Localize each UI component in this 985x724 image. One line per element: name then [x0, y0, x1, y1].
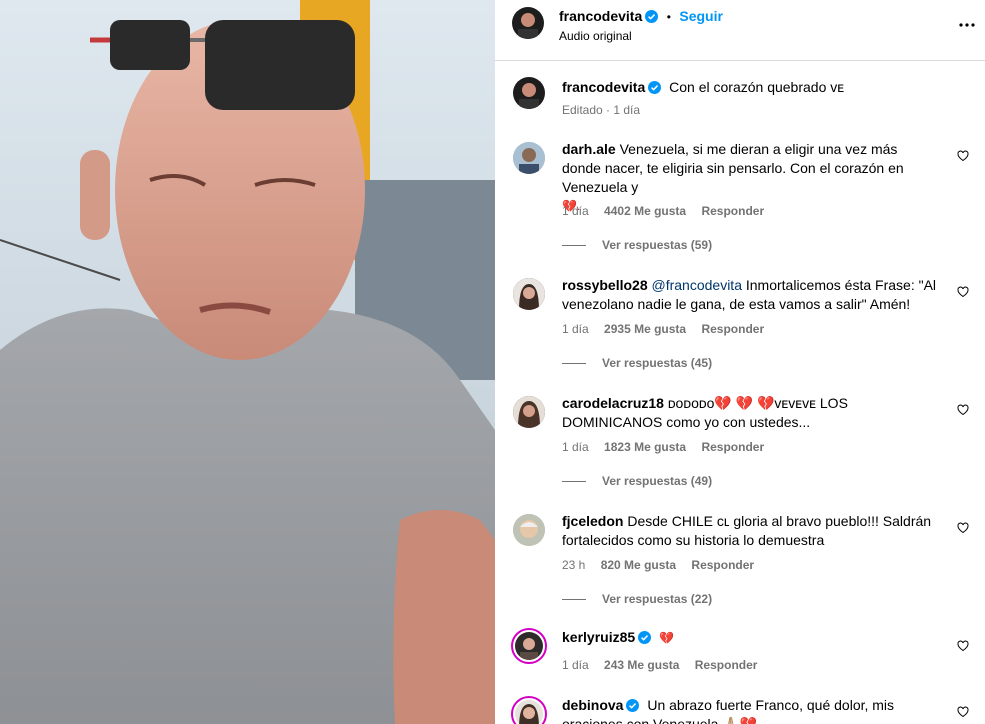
comment-likes[interactable]: 4402 Me gusta: [604, 204, 686, 218]
divider-line: [562, 245, 586, 247]
view-replies-button[interactable]: Ver respuestas (49): [562, 474, 712, 488]
heart-outline-icon[interactable]: [957, 286, 969, 298]
reply-button[interactable]: Responder: [691, 558, 754, 572]
heart-outline-icon[interactable]: [957, 150, 969, 162]
comment-meta: 1 día 1823 Me gusta Responder: [562, 440, 776, 454]
comments-panel: francodevita • Seguir Audio original fra…: [495, 0, 985, 724]
comment-likes[interactable]: 2935 Me gusta: [604, 322, 686, 336]
caption-avatar[interactable]: [513, 77, 545, 109]
commenter-username[interactable]: rossybello28: [562, 277, 648, 293]
commenter-username[interactable]: fjceledon: [562, 513, 623, 529]
reply-button[interactable]: Responder: [695, 658, 758, 672]
comment-time[interactable]: 1 día: [562, 440, 589, 454]
post-caption: francodevita Con el corazón quebrado ᴠᴇ …: [513, 74, 963, 124]
commenter-avatar[interactable]: [511, 696, 547, 724]
heart-outline-icon[interactable]: [957, 640, 969, 652]
comment-time[interactable]: 23 h: [562, 558, 585, 572]
commenter-username[interactable]: carodelacruz18: [562, 395, 664, 411]
comment-likes[interactable]: 1823 Me gusta: [604, 440, 686, 454]
caption-edited: Editado · 1 día: [562, 103, 641, 117]
comment-meta: 23 h 820 Me gusta Responder: [562, 558, 766, 572]
comment-text: 💔: [659, 631, 675, 645]
author-username[interactable]: francodevita: [559, 8, 642, 24]
comment-time[interactable]: 1 día: [562, 322, 589, 336]
reply-button[interactable]: Responder: [701, 204, 764, 218]
commenter-username[interactable]: kerlyruiz85: [562, 629, 635, 645]
view-replies-label: Ver respuestas (45): [602, 356, 713, 370]
view-replies-button[interactable]: Ver respuestas (22): [562, 592, 712, 606]
reply-button[interactable]: Responder: [701, 440, 764, 454]
more-options-icon[interactable]: [959, 17, 975, 33]
verified-badge-icon: [645, 10, 659, 23]
commenter-username[interactable]: darh.ale: [562, 141, 616, 157]
video-frame-image: [0, 0, 495, 724]
comment-meta: 1 día 4402 Me gusta Responder: [562, 204, 776, 218]
view-replies-button[interactable]: Ver respuestas (45): [562, 356, 712, 370]
commenter-avatar[interactable]: [513, 142, 545, 174]
divider-line: [562, 481, 586, 483]
commenter-avatar[interactable]: [511, 628, 547, 664]
commenter-avatar[interactable]: [513, 278, 545, 310]
audio-label[interactable]: Audio original: [559, 29, 632, 43]
verified-badge-icon: [626, 699, 640, 712]
reel-video[interactable]: [0, 0, 495, 724]
heart-outline-icon[interactable]: [957, 522, 969, 534]
post-header: francodevita • Seguir Audio original: [495, 0, 985, 61]
comment-meta: 1 día 2935 Me gusta Responder: [562, 322, 776, 336]
view-replies-label: Ver respuestas (49): [602, 474, 713, 488]
comment-meta: 1 día 243 Me gusta Responder: [562, 658, 769, 672]
view-replies-button[interactable]: Ver respuestas (59): [562, 238, 712, 252]
commenter-avatar[interactable]: [513, 396, 545, 428]
caption-username[interactable]: francodevita: [562, 79, 645, 95]
verified-badge-icon: [648, 81, 662, 94]
author-avatar[interactable]: [512, 7, 544, 39]
comment-time[interactable]: 1 día: [562, 204, 589, 218]
commenter-avatar[interactable]: [513, 514, 545, 546]
divider-line: [562, 599, 586, 601]
verified-badge-icon: [638, 631, 652, 644]
caption-text: Con el corazón quebrado ᴠᴇ: [669, 79, 845, 95]
comment-time[interactable]: 1 día: [562, 658, 589, 672]
comment-likes[interactable]: 820 Me gusta: [601, 558, 676, 572]
separator-dot: •: [666, 10, 671, 24]
follow-button[interactable]: Seguir: [679, 8, 723, 24]
view-replies-label: Ver respuestas (59): [602, 238, 713, 252]
divider-line: [562, 363, 586, 365]
comment-likes[interactable]: 243 Me gusta: [604, 658, 679, 672]
reply-button[interactable]: Responder: [701, 322, 764, 336]
view-replies-label: Ver respuestas (22): [602, 592, 713, 606]
comment-mention[interactable]: @francodevita: [652, 277, 742, 293]
heart-outline-icon[interactable]: [957, 404, 969, 416]
heart-outline-icon[interactable]: [957, 706, 969, 718]
commenter-username[interactable]: debinova: [562, 697, 623, 713]
